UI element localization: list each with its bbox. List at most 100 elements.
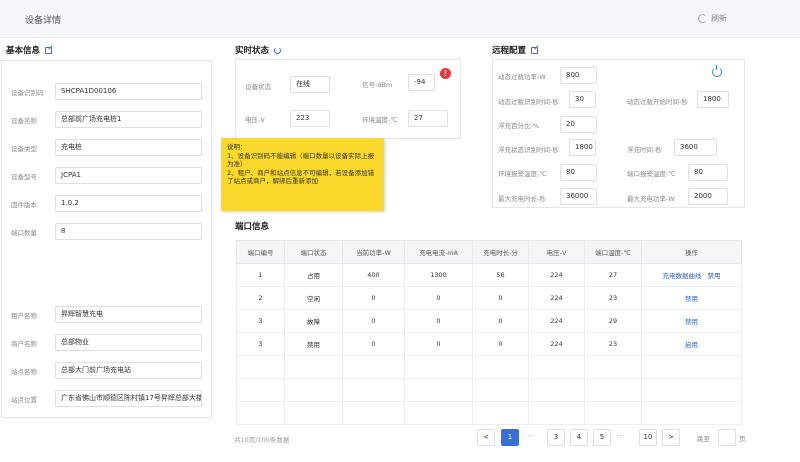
table-cell: 29: [584, 309, 642, 333]
power-icon[interactable]: [712, 65, 722, 77]
table-cell: [284, 378, 343, 402]
alert-icon[interactable]: !: [440, 68, 451, 79]
field-label: 浮充状态识别时间-秒: [498, 146, 559, 154]
sync-icon[interactable]: [274, 46, 282, 54]
table-cell: 0: [342, 309, 405, 333]
table-cell: 224: [528, 286, 585, 310]
field-value[interactable]: 1.0.2: [55, 195, 202, 212]
column-header: 端口温度-℃: [584, 240, 642, 264]
table-cell: 0: [404, 286, 473, 310]
column-header: 充电电流-mA: [404, 240, 473, 264]
field-label: 最大充电功率-W: [627, 195, 675, 203]
table-row: 3 禁用 0 0 0 224 23 启用: [236, 332, 742, 356]
page-button-1[interactable]: 1: [501, 429, 519, 446]
field-value[interactable]: 223: [290, 110, 330, 127]
field-value[interactable]: 8: [55, 223, 202, 240]
field-value[interactable]: 昇辉智慧充电: [55, 306, 202, 323]
pagination-ellipsis: ···: [524, 432, 534, 440]
action-link[interactable]: 启用: [685, 341, 698, 349]
field-value[interactable]: 80: [688, 164, 728, 181]
field-value[interactable]: 1800: [569, 139, 596, 156]
table-cell: 224: [528, 309, 585, 333]
prev-page-button[interactable]: <: [477, 429, 495, 446]
field-label: 设备名称: [11, 117, 37, 125]
table-row: 2 空闲 0 0 0 224 23 禁用: [236, 286, 742, 310]
field-value[interactable]: 80: [560, 164, 597, 181]
table-cell: 占用: [284, 263, 343, 287]
table-cell: 224: [528, 332, 585, 356]
field-value[interactable]: 充电桩: [55, 139, 202, 156]
table-row: 3 故障 0 0 0 224 29 禁用: [236, 309, 742, 333]
refresh-button[interactable]: 刷新: [698, 13, 727, 24]
page-button-5[interactable]: 5: [593, 429, 611, 446]
table-cell: 0: [342, 286, 405, 310]
field-value[interactable]: 总部大门前广场充电站: [55, 362, 202, 379]
field-value[interactable]: 在线: [290, 76, 330, 93]
field-value[interactable]: 36000: [560, 188, 597, 205]
table-cell: 23: [584, 332, 642, 356]
goto-page-input[interactable]: [718, 429, 736, 446]
pagination-total: 共10页/100条数据: [234, 436, 290, 444]
table-cell: [528, 378, 585, 402]
table-cell: [584, 378, 642, 402]
field-label: 环境报警温度-℃: [498, 170, 547, 178]
column-header: 端口编号: [236, 240, 285, 264]
field-label: 设备型号: [11, 173, 37, 181]
field-label: 设备状态: [245, 83, 271, 91]
action-link[interactable]: 禁用: [708, 272, 721, 280]
field-value[interactable]: JCPA1: [55, 167, 202, 184]
table-cell: 0: [472, 309, 529, 333]
field-value[interactable]: 总部物业: [55, 334, 202, 351]
table-cell: [284, 401, 343, 425]
tooltip-line: 说明：: [227, 143, 247, 151]
empty-row: [236, 355, 742, 379]
field-value[interactable]: 2000: [688, 188, 728, 205]
field-value[interactable]: -94: [408, 74, 435, 91]
table-cell: [528, 355, 585, 379]
table-cell: 空闲: [284, 286, 343, 310]
field-value[interactable]: 3600: [674, 139, 717, 156]
field-value[interactable]: 27: [408, 110, 448, 127]
empty-row: [236, 401, 742, 425]
page-button-4[interactable]: 4: [570, 429, 588, 446]
table-cell: [472, 355, 529, 379]
table-cell: [236, 378, 285, 402]
page-button-3[interactable]: 3: [547, 429, 565, 446]
realtime-status-panel: [235, 59, 461, 139]
table-cell: 3: [236, 309, 285, 333]
table-cell: 0: [472, 286, 529, 310]
field-value[interactable]: 30: [569, 91, 596, 108]
field-value[interactable]: 800: [560, 67, 597, 84]
table-cell: 0: [342, 332, 405, 356]
table-cell: 故障: [284, 309, 343, 333]
action-link[interactable]: 充电数据曲线: [663, 272, 702, 280]
remote-config-panel: [492, 59, 745, 208]
column-header: 操作: [641, 240, 742, 264]
remote-config-title-text: 远程配置: [492, 46, 527, 56]
info-tooltip: 说明： 1、设备识别码不能编辑（端口数量以设备实际上报为准） 2、租户、商户和站…: [221, 138, 384, 211]
page-title: 设备详情: [25, 16, 62, 26]
action-link[interactable]: 禁用: [685, 318, 698, 326]
goto-label: 跳至: [697, 435, 710, 443]
basic-info-title: 基本信息: [6, 44, 53, 56]
column-header: 电压-V: [528, 240, 585, 264]
field-value[interactable]: 20: [560, 116, 597, 133]
table-cell: [284, 355, 343, 379]
field-value[interactable]: 总部前广场充电桩1: [55, 111, 202, 128]
table-cell: [342, 401, 405, 425]
field-value[interactable]: SHCPA1D00106: [55, 83, 202, 100]
field-value[interactable]: 1800: [697, 91, 729, 108]
field-value[interactable]: 广东省佛山市顺德区陈村镇17号昇辉总部大楼: [55, 390, 202, 407]
realtime-status-title-text: 实时状态: [235, 46, 270, 56]
action-link[interactable]: 禁用: [685, 295, 698, 303]
realtime-status-title: 实时状态: [235, 44, 282, 56]
page-button-10[interactable]: 10: [639, 429, 657, 446]
table-cell: [472, 378, 529, 402]
field-label: 固件版本: [11, 201, 37, 209]
field-label: 最大充电时长-秒: [498, 195, 546, 203]
edit-icon[interactable]: [531, 46, 539, 54]
next-page-button[interactable]: >: [662, 429, 680, 446]
edit-icon[interactable]: [45, 46, 53, 54]
field-label: 商户名称: [11, 340, 37, 348]
action-cell: 充电数据曲线 禁用: [641, 263, 742, 287]
